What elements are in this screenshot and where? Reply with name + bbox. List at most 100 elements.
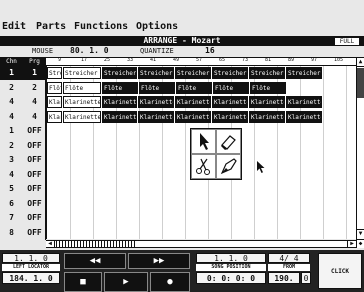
scissors-tool[interactable]	[191, 154, 216, 179]
arrow-tool[interactable]	[191, 129, 216, 154]
track-row[interactable]: 4 OFF	[0, 168, 46, 182]
quantize-value[interactable]: 16	[205, 46, 215, 55]
glue-tool[interactable]	[216, 154, 241, 179]
part-segment[interactable]: Klarinette	[249, 96, 285, 108]
track-program[interactable]: 1	[23, 66, 46, 80]
part-segment[interactable]: Streicher	[249, 67, 285, 79]
track-program[interactable]: OFF	[23, 182, 46, 196]
track-program[interactable]: OFF	[23, 139, 46, 153]
track-program[interactable]: OFF	[23, 197, 46, 211]
part-segment[interactable]: Klarinette	[138, 110, 174, 123]
part-segment[interactable]: Klarinette	[286, 96, 322, 108]
track-channel[interactable]: 2	[0, 139, 23, 153]
part-segment[interactable]: Streicher	[102, 67, 137, 79]
mode-value[interactable]: 0	[301, 272, 311, 284]
scroll-down-arrow-icon[interactable]: ▼	[357, 229, 364, 238]
song-position-bars[interactable]: 1. 1. 0	[196, 253, 266, 263]
track-row[interactable]: 44	[0, 110, 46, 124]
eraser-tool[interactable]	[216, 129, 241, 154]
stop-button[interactable]: ■	[64, 272, 102, 292]
left-locator-value[interactable]: 1. 1. 0	[2, 253, 60, 263]
scroll-left-arrow-icon[interactable]: ◀	[46, 241, 55, 247]
track-channel[interactable]: 3	[0, 153, 23, 167]
play-button[interactable]: ▶	[104, 272, 148, 292]
menu-edit[interactable]: Edit	[2, 21, 26, 32]
horizontal-scroll-thumb[interactable]	[56, 241, 136, 247]
part-segment[interactable]: Klarinette	[175, 110, 211, 123]
track-program[interactable]: OFF	[23, 153, 46, 167]
scroll-right-arrow-icon[interactable]: ▶	[347, 241, 356, 247]
part-segment[interactable]: Flöte	[139, 81, 175, 94]
track-channel[interactable]: 5	[0, 182, 23, 196]
rewind-button[interactable]: ◀◀	[64, 253, 126, 269]
part-segment[interactable]: Flöte	[63, 81, 101, 94]
part-segment[interactable]: Streicher	[175, 67, 211, 79]
menu-parts[interactable]: Parts	[36, 21, 66, 32]
track-channel[interactable]: 4	[0, 95, 23, 109]
track-program[interactable]: OFF	[23, 226, 46, 240]
part-segment[interactable]: Klarinette	[249, 110, 285, 123]
track-program[interactable]: OFF	[23, 124, 46, 138]
track-channel[interactable]: 6	[0, 197, 23, 211]
part-segment[interactable]: Streicher	[286, 67, 322, 79]
track-program[interactable]: OFF	[23, 211, 46, 225]
part-segment[interactable]: Flöte	[176, 81, 212, 94]
track-channel[interactable]: 1	[0, 124, 23, 138]
part-segment[interactable]: Streic	[47, 67, 62, 79]
bar-ruler[interactable]: 9 17 25 33 41 49 57 65 73 81 89 97 105	[46, 57, 356, 66]
part-segment[interactable]: Klarinette	[286, 110, 322, 123]
track-program[interactable]: 2	[23, 81, 46, 95]
track-row[interactable]: 2 OFF	[0, 139, 46, 153]
tempo-value[interactable]: 190.	[268, 272, 300, 284]
part-segment[interactable]: Klarin	[47, 96, 62, 108]
part-segment[interactable]: Klarinette	[63, 110, 101, 123]
track-channel[interactable]: 7	[0, 211, 23, 225]
part-segment[interactable]: Klarinette	[102, 96, 137, 108]
horizontal-scrollbar[interactable]: ◀ ▶	[46, 240, 356, 248]
scroll-corner-icon[interactable]: ◆	[357, 239, 364, 248]
menu-functions[interactable]: Functions	[74, 21, 128, 32]
track-row[interactable]: 8 OFF	[0, 226, 46, 240]
track-row[interactable]: 3 OFF	[0, 153, 46, 167]
part-segment[interactable]: Flöte	[250, 81, 286, 94]
track-program[interactable]: OFF	[23, 168, 46, 182]
menu-options[interactable]: Options	[136, 21, 178, 32]
window-title-bar[interactable]: ARRANGE - Mozart FULL	[0, 36, 364, 46]
part-segment[interactable]: Klarinette	[138, 96, 174, 108]
track-channel[interactable]: 2	[0, 81, 23, 95]
track-row[interactable]: 6 OFF	[0, 197, 46, 211]
track-channel[interactable]: 8	[0, 226, 23, 240]
track-row[interactable]: 11	[0, 66, 46, 80]
part-segment[interactable]: Flöte	[47, 81, 62, 94]
part-segment[interactable]: Klarinette	[212, 110, 248, 123]
track-program[interactable]: 4	[23, 95, 46, 109]
full-button[interactable]: FULL	[335, 38, 359, 45]
part-segment[interactable]: Klarinette	[102, 110, 137, 123]
track-row[interactable]: 22	[0, 81, 46, 95]
part-segment[interactable]: Flöte	[102, 81, 138, 94]
part-segment[interactable]: Streicher	[138, 67, 174, 79]
part-segment[interactable]: Streicher	[63, 67, 101, 79]
track-row[interactable]: 5 OFF	[0, 182, 46, 196]
track-program[interactable]: 4	[23, 110, 46, 124]
position-time[interactable]: 0: 0: 0: 0	[196, 272, 266, 284]
part-segment[interactable]: Klarinette	[212, 96, 248, 108]
part-segment[interactable]: Klarinette	[63, 96, 101, 108]
scroll-up-arrow-icon[interactable]: ▲	[357, 58, 364, 67]
track-channel[interactable]: 4	[0, 168, 23, 182]
vertical-scroll-thumb[interactable]	[357, 68, 364, 98]
part-segment[interactable]: Klarin	[47, 110, 62, 123]
track-row[interactable]: 7 OFF	[0, 211, 46, 225]
track-channel[interactable]: 4	[0, 110, 23, 124]
track-channel[interactable]: 1	[0, 66, 23, 80]
track-row[interactable]: 1 OFF	[0, 124, 46, 138]
part-segment[interactable]: Streicher	[212, 67, 248, 79]
track-row[interactable]: 44	[0, 95, 46, 109]
click-button[interactable]: CLICK	[318, 253, 362, 289]
time-signature[interactable]: 4/ 4	[268, 253, 310, 263]
position-value[interactable]: 184. 1. 0	[2, 272, 60, 284]
part-segment[interactable]: Flöte	[213, 81, 249, 94]
vertical-scrollbar[interactable]: ▲ ▼ ◆	[356, 58, 364, 248]
part-segment[interactable]: Klarinette	[175, 96, 211, 108]
record-button[interactable]: ●	[150, 272, 190, 292]
